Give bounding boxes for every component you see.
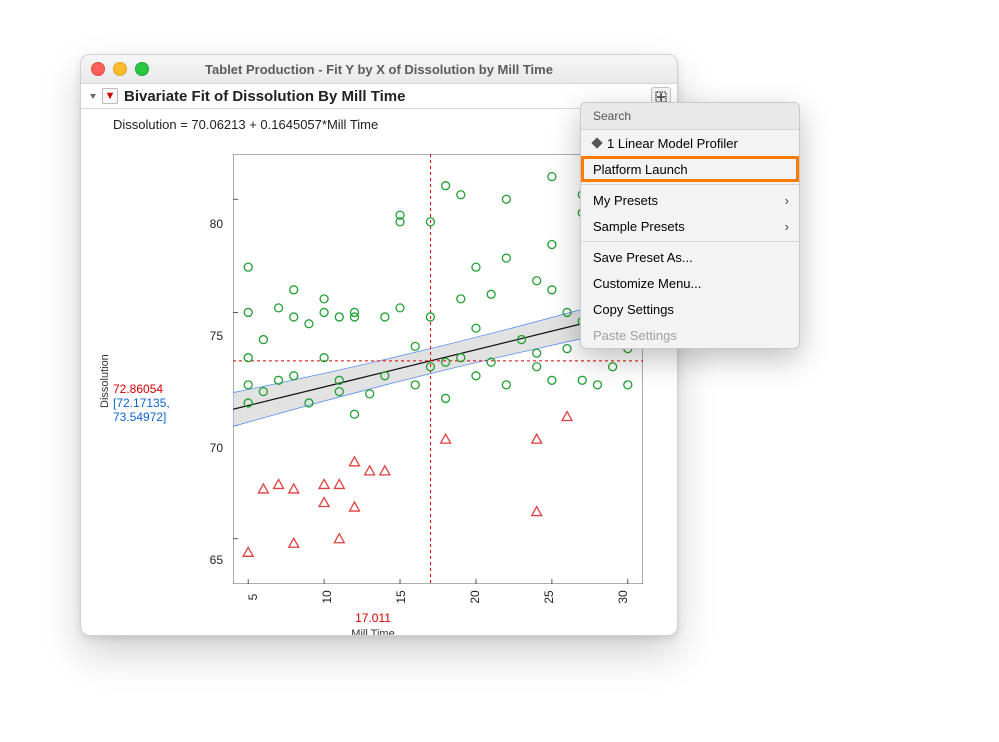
menu-label: Platform Launch <box>593 162 688 177</box>
menu-label: 1 Linear Model Profiler <box>607 136 738 151</box>
menu-save-preset[interactable]: Save Preset As... <box>581 244 799 270</box>
menu-label: Customize Menu... <box>593 276 701 291</box>
chevron-right-icon: › <box>785 193 789 208</box>
crosshair-ci-low: [72.17135, <box>113 396 170 410</box>
menu-header: Search <box>581 103 799 130</box>
menu-label: Copy Settings <box>593 302 674 317</box>
menu-my-presets[interactable]: My Presets › <box>581 187 799 213</box>
window-title: Tablet Production - Fit Y by X of Dissol… <box>81 62 677 77</box>
menu-copy-settings[interactable]: Copy Settings <box>581 296 799 322</box>
menu-label: Save Preset As... <box>593 250 693 265</box>
titlebar: Tablet Production - Fit Y by X of Dissol… <box>81 55 677 84</box>
menu-sample-presets[interactable]: Sample Presets › <box>581 213 799 239</box>
menu-customize[interactable]: Customize Menu... <box>581 270 799 296</box>
crosshair-ci-high: 73.54972] <box>113 410 170 424</box>
y-axis-title: Dissolution <box>99 354 111 408</box>
diamond-icon <box>591 137 602 148</box>
menu-separator <box>581 241 799 242</box>
menu-separator <box>581 184 799 185</box>
menu-platform-launch[interactable]: Platform Launch <box>581 156 799 182</box>
menu-label: Paste Settings <box>593 328 677 343</box>
x-axis-title: Mill Time <box>93 628 653 636</box>
scatter-plot[interactable]: Dissolution 72.86054 [72.17135, 73.54972… <box>93 138 653 628</box>
menu-linear-model-profiler[interactable]: 1 Linear Model Profiler <box>581 130 799 156</box>
disclosure-triangle-icon[interactable] <box>87 90 99 102</box>
chevron-right-icon: › <box>785 219 789 234</box>
crosshair-y-readout: 72.86054 [72.17135, 73.54972] <box>113 382 170 424</box>
menu-label: My Presets <box>593 193 658 208</box>
crosshair-x-value: 17.011 <box>93 611 653 625</box>
menu-paste-settings: Paste Settings <box>581 322 799 348</box>
section-title: Bivariate Fit of Dissolution By Mill Tim… <box>124 88 405 105</box>
hotspot-menu-icon[interactable] <box>102 88 118 104</box>
crosshair-y-value: 72.86054 <box>113 382 170 396</box>
menu-label: Sample Presets <box>593 219 685 234</box>
context-menu: Search 1 Linear Model Profiler Platform … <box>580 102 800 349</box>
